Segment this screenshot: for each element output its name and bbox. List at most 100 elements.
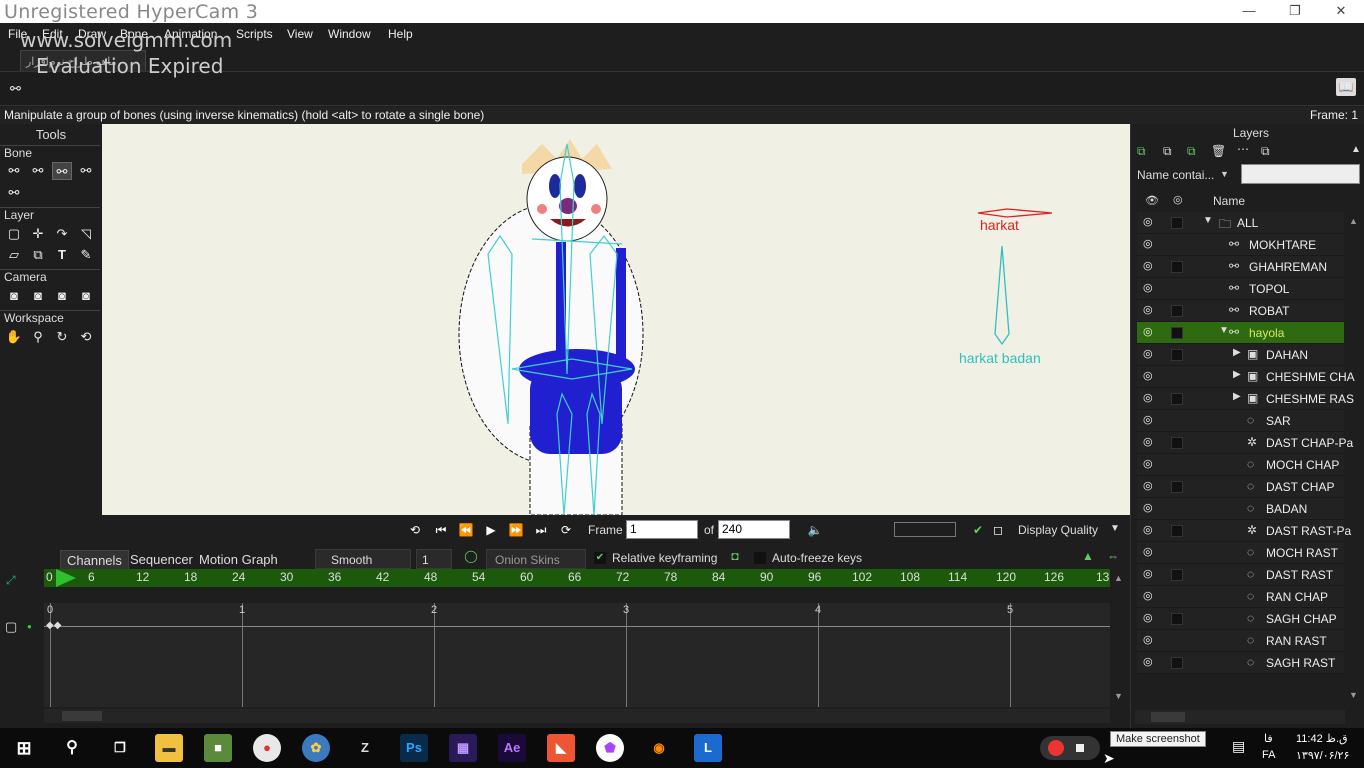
blender-icon[interactable]: ◉	[645, 734, 673, 762]
reparent-bone-icon[interactable]: ⚯	[4, 184, 24, 202]
expand-right-icon[interactable]: ▶	[1233, 391, 1241, 402]
task-view-icon[interactable]: ❐	[106, 734, 134, 762]
lang-label[interactable]: فا	[1264, 732, 1273, 745]
scroll-down-icon[interactable]: ▼	[1114, 691, 1123, 701]
search-icon[interactable]: ⚲	[58, 734, 86, 762]
layer-checkbox[interactable]	[1171, 349, 1183, 361]
help-book-icon[interactable]: 📖	[1336, 78, 1356, 96]
collapse-up-icon[interactable]: ▲	[1078, 549, 1098, 567]
eye-icon[interactable]: ◎	[1143, 259, 1161, 273]
menu-window[interactable]: Window	[328, 27, 371, 41]
eye-icon[interactable]: ◎	[1143, 237, 1161, 251]
after-effects-icon[interactable]: Ae	[498, 734, 526, 762]
trash-icon[interactable]: 🗑	[1211, 144, 1226, 158]
scale-layer-icon[interactable]: ◹	[76, 225, 96, 243]
eye-icon[interactable]: ◎	[1143, 281, 1161, 295]
scroll-up-icon[interactable]: ▲	[1349, 216, 1358, 226]
maximize-button[interactable]: ❐	[1272, 3, 1318, 21]
eye-icon[interactable]: ◎	[1143, 545, 1161, 559]
chevron-up-icon[interactable]: ▲	[1351, 144, 1361, 155]
stop-icon[interactable]	[1076, 744, 1084, 752]
expand-down-icon[interactable]: ▼	[1203, 215, 1213, 226]
track-camera-icon[interactable]: ◙	[4, 287, 24, 305]
eye-icon[interactable]: ◎	[1143, 501, 1161, 515]
close-button[interactable]: ✕	[1318, 3, 1364, 21]
display-quality-menu[interactable]: Display Quality	[1018, 523, 1098, 537]
photoshop-icon[interactable]: Ps	[400, 734, 428, 762]
layer-row[interactable]: ◎ ◌ RAN CHAP	[1137, 586, 1344, 608]
minimize-button[interactable]: —	[1226, 3, 1272, 21]
chevron-down-icon[interactable]: ▼	[1220, 169, 1229, 179]
hypercam-icon[interactable]: L	[694, 734, 722, 762]
layer-checkbox[interactable]	[1171, 437, 1183, 449]
file-explorer-icon[interactable]: ▬	[155, 734, 183, 762]
notification-icon[interactable]: ▤	[1232, 738, 1245, 755]
layer-checkbox[interactable]	[1171, 613, 1183, 625]
eye-icon[interactable]: ◎	[1143, 457, 1161, 471]
roll-camera-icon[interactable]: ◙	[52, 287, 72, 305]
layer-settings-icon[interactable]: ⧉	[1261, 144, 1270, 159]
layer-checkbox[interactable]	[1171, 657, 1183, 669]
volume-icon[interactable]: 🔈	[805, 522, 825, 538]
clock-time[interactable]: 11:42 ق.ظ	[1296, 732, 1348, 745]
lang-code[interactable]: FA	[1262, 749, 1275, 761]
duplicate-layer-icon[interactable]: ⧉	[1163, 144, 1172, 159]
scroll-down-icon[interactable]: ▼	[1349, 690, 1358, 700]
forward-end-icon[interactable]: ⏭	[531, 522, 551, 538]
expand-icon[interactable]: ⇔	[1103, 549, 1123, 567]
hand-icon[interactable]: ✋	[4, 328, 24, 346]
layer-checkbox[interactable]	[1171, 305, 1183, 317]
flip-layer-icon[interactable]: ⧉	[28, 246, 48, 264]
z-app-icon[interactable]: Z	[351, 734, 379, 762]
orbit-workspace-icon[interactable]: ⟲	[76, 328, 96, 346]
expand-right-icon[interactable]: ▶	[1233, 347, 1241, 358]
check-icon[interactable]: ✔	[968, 522, 988, 538]
play-icon[interactable]: ▶	[481, 522, 501, 538]
layer-row[interactable]: ◎ ▼ ⚯ hayola	[1137, 322, 1344, 344]
layer-checkbox[interactable]	[1171, 393, 1183, 405]
shear-layer-icon[interactable]: ▱	[4, 246, 24, 264]
layer-row[interactable]: ◎ ◌ DAST CHAP	[1137, 476, 1344, 498]
magnifier-icon[interactable]: ⚲	[28, 328, 48, 346]
eye-icon[interactable]: ◎	[1143, 413, 1161, 427]
zoom-camera-icon[interactable]: ◙	[28, 287, 48, 305]
total-frames-input[interactable]: 240	[718, 520, 790, 539]
media-icon[interactable]: ▦	[449, 734, 477, 762]
step-select[interactable]: 1	[416, 549, 452, 569]
manipulate-bones-icon[interactable]: ⚯	[52, 162, 72, 180]
layer-row[interactable]: ◎ ⚯ ROBAT	[1137, 300, 1344, 322]
frame-input[interactable]: 1	[626, 520, 698, 539]
layer-checkbox[interactable]	[1171, 261, 1183, 273]
chrome-icon[interactable]: ●	[253, 734, 281, 762]
pentagon-app-icon[interactable]: ⬟	[596, 734, 624, 762]
onion-skins-select[interactable]: Onion Skins	[486, 549, 586, 569]
view-layout-buttons[interactable]	[894, 522, 956, 537]
layer-row[interactable]: ◎ ✲ DAST RAST-Pa	[1137, 520, 1351, 542]
eye-icon[interactable]: ◎	[1143, 633, 1161, 647]
layer-row[interactable]: ◎ ▶ ▣ CHESHME RAS	[1137, 388, 1354, 410]
auto-freeze-checkbox[interactable]	[754, 552, 766, 564]
layer-row[interactable]: ◎ ◌ BADAN	[1137, 498, 1344, 520]
rewind-start-icon[interactable]: ⏮	[431, 522, 451, 538]
eye-icon[interactable]: ◎	[1143, 303, 1161, 317]
canvas[interactable]: harkat harkat badan	[102, 124, 1130, 515]
layer-row[interactable]: ◎ ◌ DAST RAST	[1137, 564, 1344, 586]
menu-scripts[interactable]: Scripts	[236, 27, 273, 41]
eye-icon[interactable]: ◎	[1143, 369, 1161, 383]
windows-start-icon[interactable]: ⊞	[10, 734, 38, 762]
playhead-icon[interactable]	[56, 569, 76, 587]
eye-icon[interactable]: ◎	[1143, 655, 1161, 669]
layer-row[interactable]: ◎ ◌ SAGH RAST	[1137, 652, 1344, 674]
horizontal-scrollbar[interactable]	[44, 709, 1110, 723]
shield-icon[interactable]: ◘	[726, 549, 744, 569]
layer-checkbox[interactable]	[1171, 525, 1183, 537]
translate-layer-icon[interactable]: ✛	[28, 225, 48, 243]
onion-icon[interactable]: ◯	[462, 549, 480, 569]
layer-checkbox[interactable]	[1171, 481, 1183, 493]
layer-checkbox[interactable]	[1171, 327, 1183, 339]
eye-icon[interactable]: ◎	[1143, 523, 1161, 537]
chevron-down-icon[interactable]: ▼	[1110, 523, 1120, 534]
step-forward-icon[interactable]: ⏩	[506, 522, 526, 538]
layer-row[interactable]: ◎ ⚯ TOPOL	[1137, 278, 1344, 300]
translate-bone-icon[interactable]: ⚯	[28, 162, 48, 180]
